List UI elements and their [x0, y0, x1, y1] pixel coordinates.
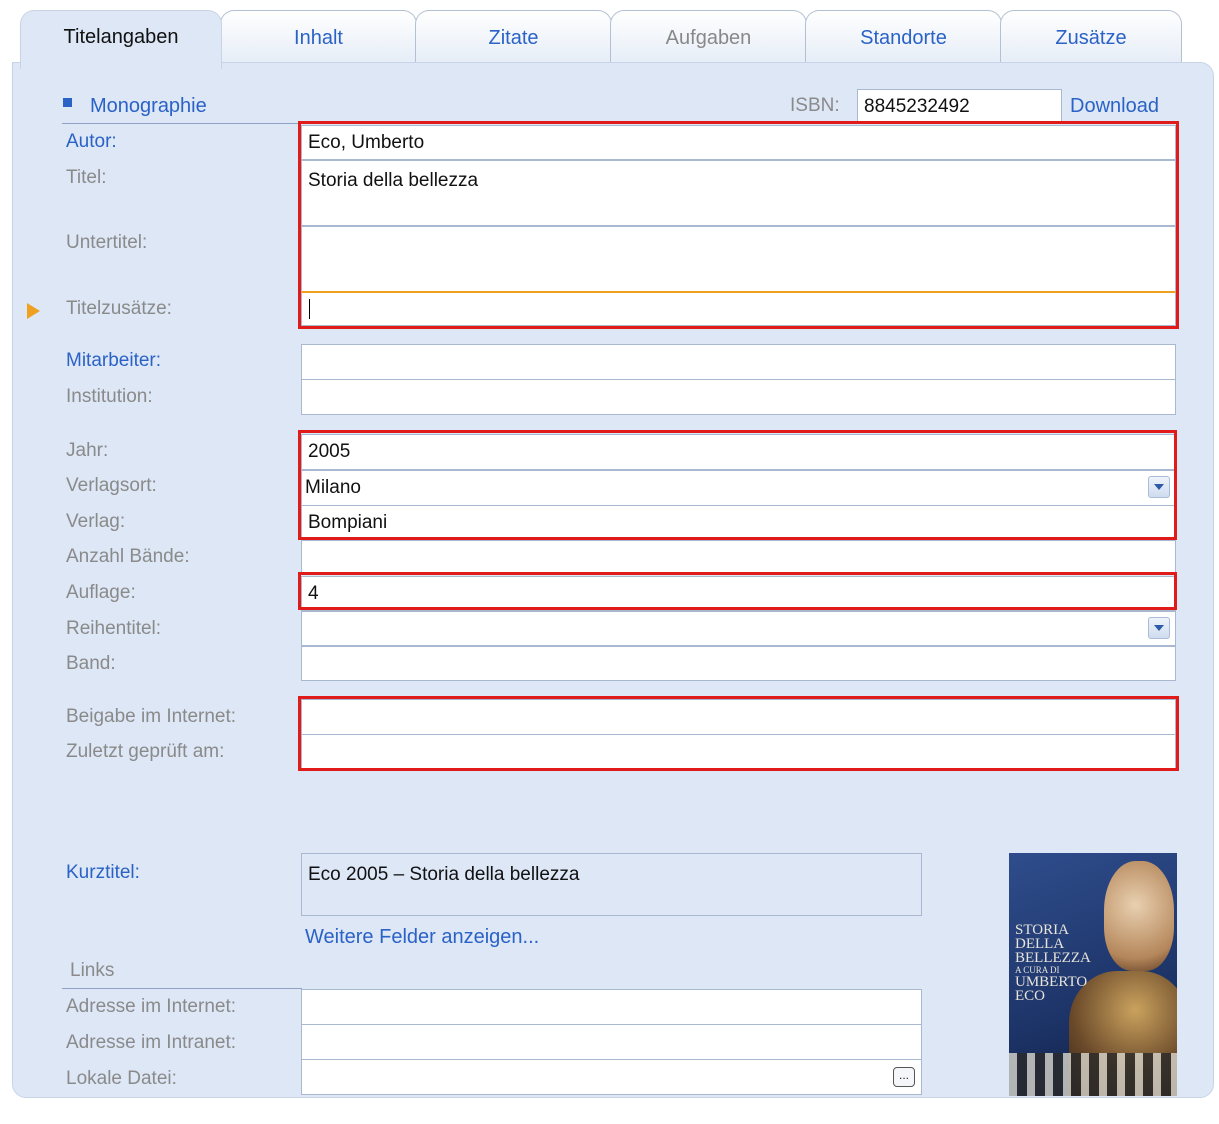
autor-input[interactable]: Eco, Umberto — [301, 125, 1176, 160]
mitarbeiter-input[interactable] — [301, 344, 1176, 380]
zuletzt-geprueft-input[interactable] — [301, 734, 1176, 770]
download-link[interactable]: Download — [1070, 95, 1159, 118]
reihentitel-select[interactable] — [301, 611, 1176, 646]
cover-line: ECO — [1015, 988, 1045, 1004]
reihentitel-dropdown-icon[interactable] — [1148, 617, 1170, 639]
beigabe-label: Beigabe im Internet: — [66, 706, 237, 727]
verlagsort-dropdown-icon[interactable] — [1148, 476, 1170, 498]
titel-input[interactable]: Storia della bellezza — [301, 160, 1176, 226]
untertitel-label: Untertitel: — [66, 232, 148, 253]
kurztitel-output: Eco 2005 – Storia della bellezza — [301, 853, 922, 916]
untertitel-input[interactable] — [301, 226, 1176, 292]
cover-title: STORIA DELLA BELLEZZA A CURA DI UMBERTO … — [1015, 922, 1091, 1004]
verlag-label: Verlag: — [66, 511, 126, 532]
tab-inhalt[interactable]: Inhalt — [220, 10, 417, 63]
isbn-input[interactable]: 8845232492 — [857, 89, 1062, 123]
links-divider — [62, 988, 302, 989]
more-fields-link[interactable]: Weitere Felder anzeigen... — [305, 926, 539, 949]
lokale-datei-input[interactable] — [301, 1059, 922, 1095]
titel-label: Titel: — [66, 167, 107, 188]
adresse-intranet-label: Adresse im Intranet: — [66, 1032, 237, 1053]
verlagsort-select[interactable]: Milano — [301, 470, 1176, 506]
kurztitel-label[interactable]: Kurztitel: — [66, 862, 140, 884]
band-input[interactable] — [301, 646, 1176, 681]
cover-line: BELLEZZA — [1015, 950, 1091, 966]
verlag-input[interactable]: Bompiani — [301, 505, 1176, 541]
zuletzt-geprueft-label: Zuletzt geprüft am: — [66, 741, 225, 762]
isbn-label: ISBN: — [790, 95, 840, 116]
text-cursor — [309, 299, 310, 319]
auflage-label: Auflage: — [66, 582, 136, 603]
cover-line: DELLA — [1015, 936, 1065, 952]
adresse-internet-label: Adresse im Internet: — [66, 996, 237, 1017]
institution-input[interactable] — [301, 379, 1176, 415]
current-field-arrow-icon — [27, 303, 40, 319]
mitarbeiter-label[interactable]: Mitarbeiter: — [66, 350, 161, 372]
cover-line: STORIA — [1015, 922, 1069, 938]
titelzusaetze-input[interactable] — [301, 291, 1176, 326]
adresse-intranet-input[interactable] — [301, 1024, 922, 1060]
cover-portrait-face — [1104, 861, 1174, 971]
cover-line: UMBERTO — [1015, 974, 1088, 990]
jahr-label: Jahr: — [66, 440, 109, 461]
header-divider — [62, 123, 302, 124]
document-type-link[interactable]: Monographie — [90, 95, 207, 118]
tab-bar: Titelangaben Inhalt Zitate Aufgaben Stan… — [20, 10, 1182, 69]
links-section-title: Links — [70, 960, 115, 981]
lokale-datei-label: Lokale Datei: — [66, 1068, 177, 1089]
type-bullet-icon — [63, 98, 72, 107]
band-label: Band: — [66, 653, 116, 674]
institution-label: Institution: — [66, 386, 153, 407]
tab-zitate[interactable]: Zitate — [415, 10, 612, 63]
auflage-input[interactable]: 4 — [301, 576, 1176, 611]
tab-aufgaben[interactable]: Aufgaben — [610, 10, 807, 63]
jahr-input[interactable]: 2005 — [301, 434, 1176, 470]
adresse-internet-input[interactable] — [301, 989, 922, 1025]
autor-label[interactable]: Autor: — [66, 131, 117, 153]
cover-ornament — [1009, 1053, 1177, 1096]
tab-standorte[interactable]: Standorte — [805, 10, 1002, 63]
anzahl-baende-label: Anzahl Bände: — [66, 546, 190, 567]
reihentitel-label: Reihentitel: — [66, 618, 162, 639]
beigabe-input[interactable] — [301, 699, 1176, 735]
titelzusaetze-label: Titelzusätze: — [66, 298, 172, 319]
anzahl-baende-input[interactable] — [301, 540, 1176, 575]
tab-titelangaben[interactable]: Titelangaben — [20, 10, 222, 69]
verlagsort-label: Verlagsort: — [66, 475, 157, 496]
book-cover-image: STORIA DELLA BELLEZZA A CURA DI UMBERTO … — [1009, 853, 1177, 1096]
tab-zusaetze[interactable]: Zusätze — [1000, 10, 1182, 63]
browse-button[interactable]: ... — [893, 1067, 915, 1087]
